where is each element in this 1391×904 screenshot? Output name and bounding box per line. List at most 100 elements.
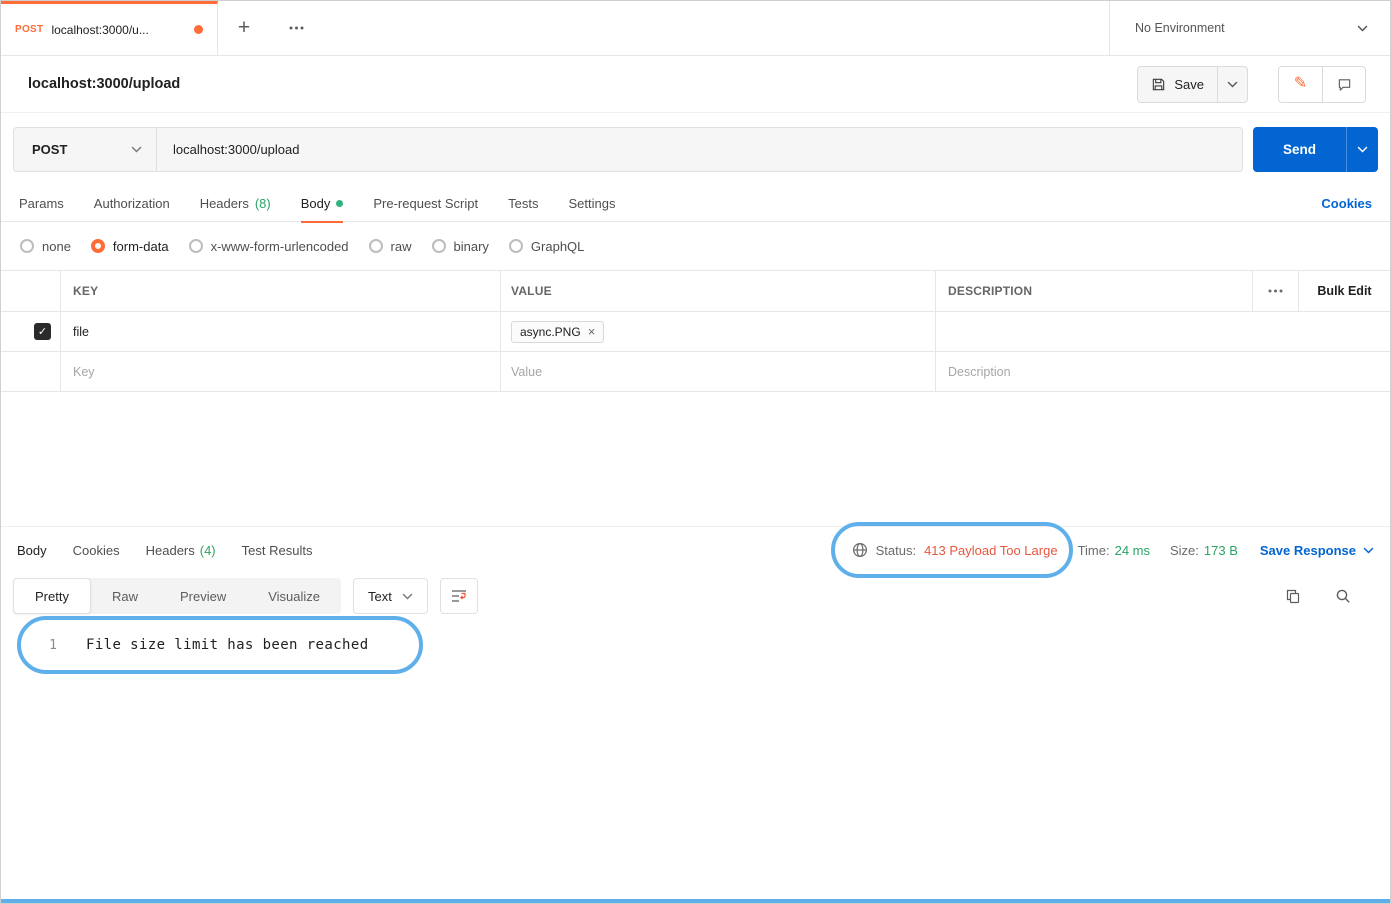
save-button-label: Save bbox=[1174, 76, 1204, 92]
view-mode-segmented-control: Pretty Raw Preview Visualize bbox=[13, 578, 342, 614]
copy-icon bbox=[1286, 589, 1300, 604]
file-chip-name: async.PNG bbox=[520, 324, 581, 339]
tab-options-button[interactable] bbox=[270, 1, 322, 55]
wrap-lines-button[interactable] bbox=[439, 578, 478, 614]
save-options-button[interactable] bbox=[1217, 66, 1247, 102]
size-value: 173 B bbox=[1203, 542, 1238, 558]
value-placeholder: Value bbox=[511, 364, 543, 379]
response-tab-body[interactable]: Body bbox=[17, 543, 47, 558]
key-input[interactable]: Key bbox=[61, 352, 501, 391]
new-tab-button[interactable]: + bbox=[218, 1, 270, 55]
request-actions: Save ✎ bbox=[1137, 65, 1366, 103]
request-tabs: Params Authorization Headers (8) Body Pre… bbox=[1, 185, 1390, 223]
tab-body[interactable]: Body bbox=[300, 185, 344, 223]
chevron-down-icon bbox=[1363, 547, 1374, 554]
view-tab-raw[interactable]: Raw bbox=[91, 578, 159, 614]
row-checkbox-checked[interactable]: ✓ bbox=[34, 323, 51, 340]
body-mode-raw[interactable]: raw bbox=[368, 239, 412, 254]
search-response-button[interactable] bbox=[1335, 588, 1351, 604]
tab-label: Body bbox=[17, 542, 47, 558]
tab-authorization[interactable]: Authorization bbox=[94, 185, 170, 222]
url-input[interactable]: localhost:3000/upload bbox=[157, 128, 1242, 171]
mode-label: form-data bbox=[112, 238, 169, 254]
environment-selector[interactable]: No Environment bbox=[1109, 1, 1390, 55]
copy-response-button[interactable] bbox=[1285, 588, 1301, 604]
tab-prerequest-script[interactable]: Pre-request Script bbox=[373, 185, 478, 222]
header-value-cell: VALUE bbox=[501, 271, 936, 311]
app-window: POST localhost:3000/u... + No Environmen… bbox=[0, 0, 1391, 904]
tab-label: Params bbox=[19, 195, 64, 211]
table-options-button[interactable] bbox=[1253, 271, 1299, 311]
tab-label: Headers bbox=[199, 195, 249, 211]
key-placeholder: Key bbox=[73, 364, 95, 379]
comment-icon bbox=[1338, 78, 1350, 91]
response-text: File size limit has been reached bbox=[86, 637, 369, 653]
request-title: localhost:3000/upload bbox=[28, 76, 181, 92]
tab-settings[interactable]: Settings bbox=[568, 185, 615, 222]
bulk-edit-button[interactable]: Bulk Edit bbox=[1299, 271, 1390, 311]
row-description-cell[interactable] bbox=[936, 312, 1390, 351]
size-group: Size: 173 B bbox=[1170, 543, 1238, 558]
send-button[interactable]: Send bbox=[1253, 126, 1346, 172]
tab-tests[interactable]: Tests bbox=[508, 185, 538, 222]
row-key-cell[interactable]: file bbox=[61, 312, 501, 351]
tab-count: (8) bbox=[254, 195, 271, 211]
chevron-down-icon bbox=[402, 593, 413, 600]
body-mode-binary[interactable]: binary bbox=[431, 239, 489, 254]
response-tools bbox=[1285, 588, 1378, 604]
tab-label: Test Results bbox=[241, 542, 313, 558]
body-mode-x-www-form-urlencoded[interactable]: x-www-form-urlencoded bbox=[188, 238, 349, 254]
body-mode-none[interactable]: none bbox=[20, 239, 71, 254]
row-value-cell[interactable]: async.PNG × bbox=[501, 312, 936, 351]
tab-headers[interactable]: Headers (8) bbox=[200, 185, 271, 222]
file-chip: async.PNG × bbox=[511, 320, 605, 343]
chevron-down-icon bbox=[1357, 146, 1368, 153]
tab-title: localhost:3000/u... bbox=[51, 22, 149, 37]
edit-button[interactable]: ✎ bbox=[1279, 67, 1322, 102]
tab-label: Headers bbox=[145, 542, 195, 558]
response-tab-cookies[interactable]: Cookies bbox=[73, 543, 120, 558]
view-tab-pretty[interactable]: Pretty bbox=[13, 578, 91, 614]
save-button[interactable]: Save bbox=[1138, 67, 1217, 102]
table-header-row: KEY VALUE DESCRIPTION Bulk Edit bbox=[1, 271, 1390, 312]
tab-bar: POST localhost:3000/u... + No Environmen… bbox=[1, 1, 1390, 56]
bulk-edit-label: Bulk Edit bbox=[1317, 284, 1372, 298]
tab-label: Body bbox=[300, 195, 331, 211]
radio-icon bbox=[368, 239, 383, 253]
response-tab-headers[interactable]: Headers (4) bbox=[146, 543, 216, 558]
mode-label: x-www-form-urlencoded bbox=[210, 238, 349, 254]
row-select-cell bbox=[1, 352, 61, 391]
cookies-link[interactable]: Cookies bbox=[1321, 196, 1372, 211]
response-tab-test-results[interactable]: Test Results bbox=[242, 543, 313, 558]
method-selector[interactable]: POST bbox=[14, 127, 157, 171]
response-section: Body Cookies Headers (4) Test Results Sta… bbox=[1, 522, 1390, 903]
view-tab-visualize[interactable]: Visualize bbox=[247, 578, 341, 614]
body-mode-graphql[interactable]: GraphQL bbox=[508, 239, 584, 254]
send-options-button[interactable] bbox=[1346, 126, 1378, 172]
row-select-cell: ✓ bbox=[1, 312, 61, 351]
description-input[interactable]: Description bbox=[936, 352, 1390, 391]
pencil-icon: ✎ bbox=[1293, 75, 1308, 92]
tab-method-label: POST bbox=[15, 24, 44, 35]
response-format-selector[interactable]: Text bbox=[353, 578, 428, 614]
edit-comment-group: ✎ bbox=[1278, 65, 1366, 103]
save-response-button[interactable]: Save Response bbox=[1260, 543, 1374, 558]
radio-selected-icon bbox=[90, 239, 105, 253]
body-mode-form-data[interactable]: form-data bbox=[90, 238, 169, 254]
url-bar: POST localhost:3000/upload Send bbox=[1, 113, 1390, 185]
chevron-down-icon bbox=[1227, 81, 1238, 88]
tab-params[interactable]: Params bbox=[19, 185, 64, 222]
more-options-icon bbox=[289, 26, 303, 30]
comment-button[interactable] bbox=[1322, 66, 1365, 102]
chevron-down-icon bbox=[1357, 25, 1368, 32]
response-header: Body Cookies Headers (4) Test Results Sta… bbox=[1, 522, 1390, 578]
response-body[interactable]: 1 File size limit has been reached bbox=[1, 616, 1390, 674]
column-header-key: KEY bbox=[73, 284, 99, 298]
remove-file-icon[interactable]: × bbox=[588, 325, 596, 338]
view-tab-preview[interactable]: Preview bbox=[159, 578, 247, 614]
form-data-table: KEY VALUE DESCRIPTION Bulk Edit ✓ file a… bbox=[1, 270, 1390, 392]
unsaved-changes-dot bbox=[194, 25, 203, 34]
header-select-cell bbox=[1, 271, 61, 311]
value-input[interactable]: Value bbox=[501, 352, 936, 391]
open-request-tab[interactable]: POST localhost:3000/u... bbox=[1, 1, 218, 55]
